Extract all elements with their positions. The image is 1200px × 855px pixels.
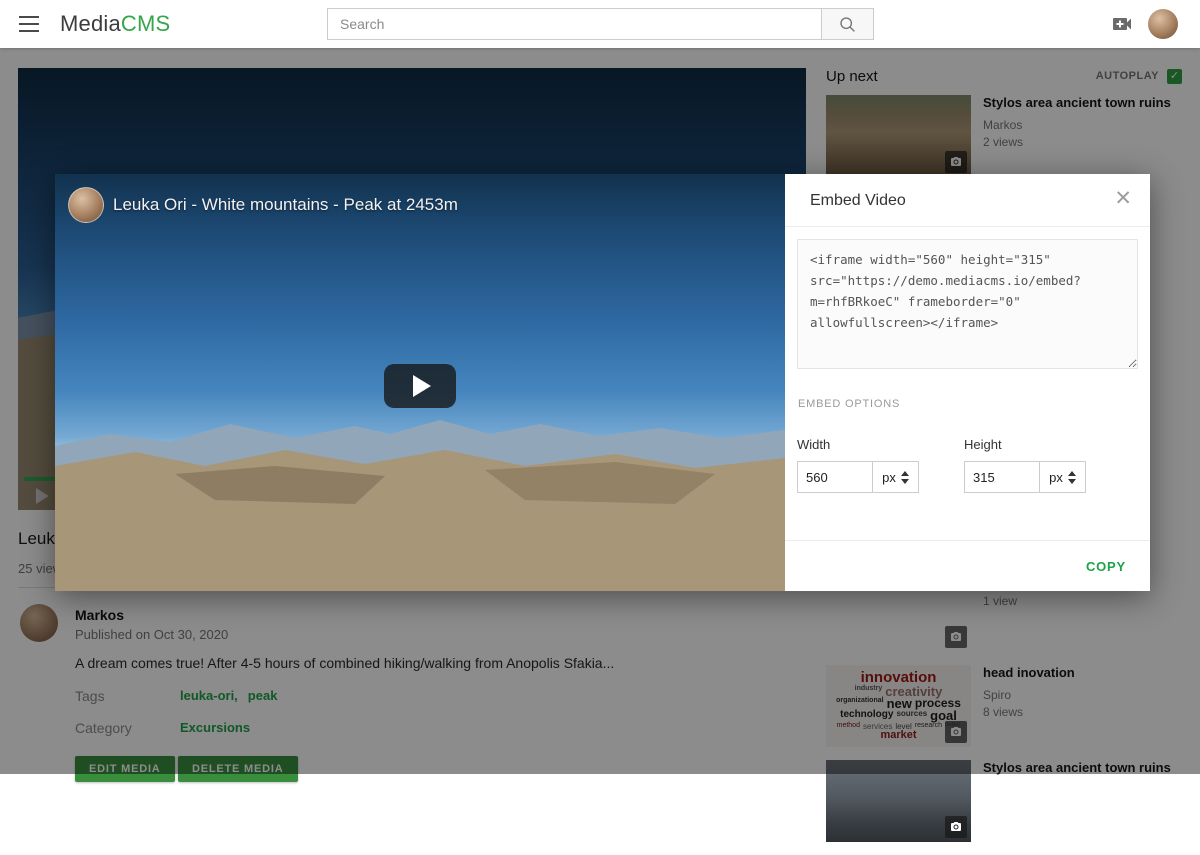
width-label: Width [797,437,964,452]
embed-panel: Embed Video ✕ <iframe width="560" height… [785,174,1150,591]
logo[interactable]: MediaCMS [60,11,170,37]
modal-title: Embed Video [810,192,906,210]
preview-author-avatar[interactable] [68,187,104,223]
embed-code-textarea[interactable]: <iframe width="560" height="315" src="ht… [797,239,1138,369]
embed-options-label: EMBED OPTIONS [798,398,1138,410]
height-unit-select[interactable]: px [1040,461,1086,493]
close-icon[interactable]: ✕ [1112,186,1134,211]
stepper-arrows-icon [1068,471,1076,484]
search-input[interactable] [327,8,821,40]
video-camera-plus-icon [1110,12,1134,36]
search-button[interactable] [821,8,874,40]
play-icon [413,375,431,397]
copy-button[interactable]: COPY [1086,559,1126,574]
height-label: Height [964,437,1131,452]
width-input[interactable] [797,461,873,493]
width-unit-select[interactable]: px [873,461,919,493]
search-icon [838,15,857,34]
stepper-arrows-icon [901,471,909,484]
preview-video-title[interactable]: Leuka Ori - White mountains - Peak at 24… [113,195,458,215]
logo-text-media: Media [60,11,121,36]
menu-icon[interactable] [19,16,39,32]
embed-video-modal: Leuka Ori - White mountains - Peak at 24… [55,174,1150,591]
top-bar: MediaCMS [0,0,1200,48]
logo-text-cms: CMS [121,11,171,36]
upload-media-button[interactable] [1110,12,1134,41]
user-avatar[interactable] [1148,9,1178,39]
media-type-camera-icon [945,816,967,838]
preview-play-button[interactable] [384,364,456,408]
height-input[interactable] [964,461,1040,493]
embed-preview-player[interactable]: Leuka Ori - White mountains - Peak at 24… [55,174,785,591]
